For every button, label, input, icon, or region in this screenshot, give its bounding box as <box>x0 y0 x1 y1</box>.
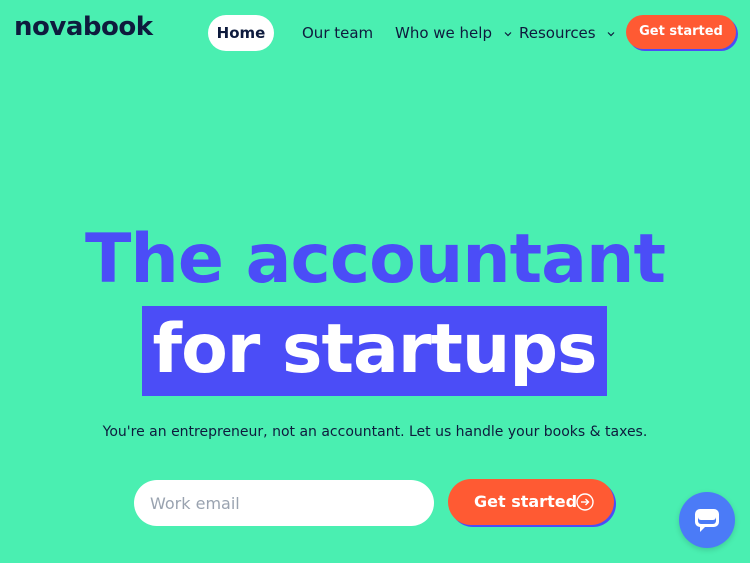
main-nav: Home Our team Who we help Resources Get … <box>208 15 736 51</box>
chat-button[interactable] <box>679 492 735 548</box>
hero-get-started-label: Get started <box>474 492 578 511</box>
nav-our-team[interactable]: Our team <box>302 15 373 51</box>
hero-title-line2: for startups <box>152 310 598 389</box>
nav-resources-label: Resources <box>519 24 596 42</box>
hero-title-highlight: for startups <box>142 306 607 396</box>
arrow-right-circle-icon <box>576 493 594 511</box>
nav-who-we-help[interactable]: Who we help <box>395 15 513 51</box>
hero-subtitle: You're an entrepreneur, not an accountan… <box>102 424 648 440</box>
nav-home[interactable]: Home <box>208 15 274 51</box>
chevron-down-icon <box>607 31 615 36</box>
logo[interactable]: novabook <box>14 12 153 42</box>
nav-resources[interactable]: Resources <box>519 15 616 51</box>
hero-title-line1: The accountant <box>85 220 666 299</box>
work-email-input[interactable] <box>134 480 434 526</box>
header-get-started-button[interactable]: Get started <box>626 15 736 49</box>
hero-get-started-button[interactable]: Get started <box>448 479 614 525</box>
chat-bubble-icon <box>695 509 719 532</box>
chevron-down-icon <box>504 31 512 36</box>
nav-who-we-help-label: Who we help <box>395 24 492 42</box>
